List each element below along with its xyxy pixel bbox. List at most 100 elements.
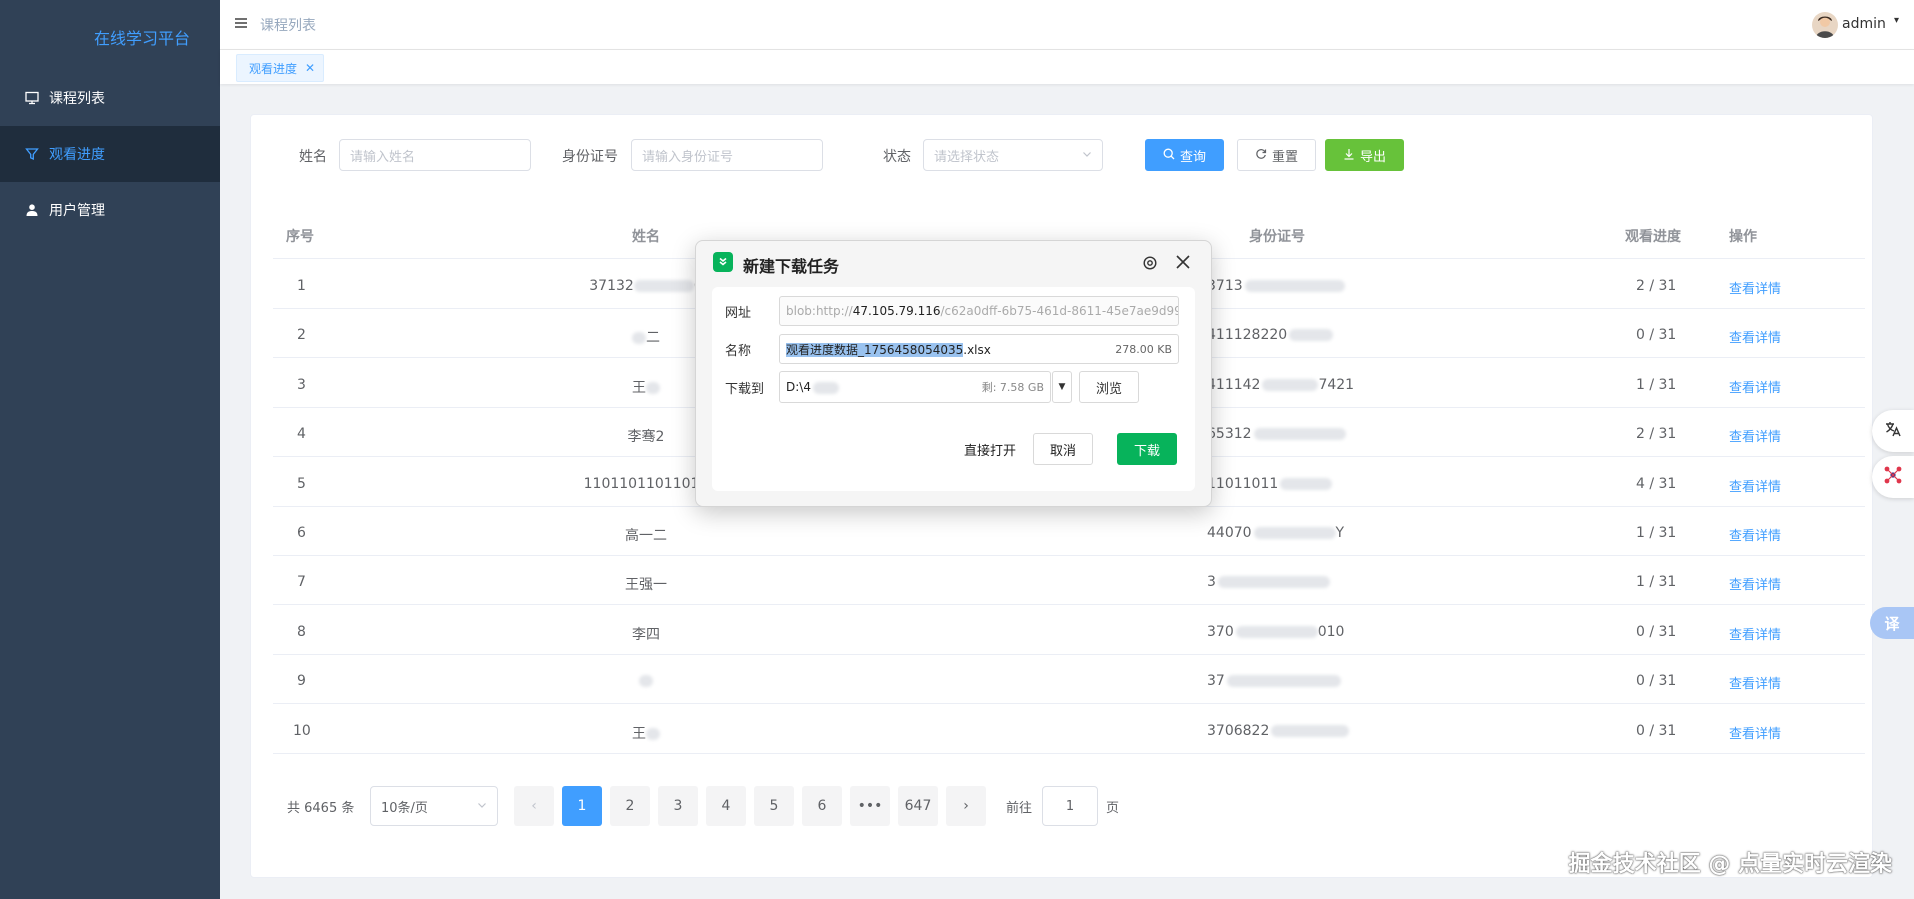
username[interactable]: admin bbox=[1842, 16, 1886, 32]
cell-progress: 1 / 31 bbox=[1636, 525, 1677, 541]
save-path-dropdown[interactable]: ▼ bbox=[1052, 371, 1072, 403]
refresh-icon bbox=[1255, 148, 1267, 163]
redacted-id bbox=[1235, 626, 1318, 638]
page-number-button[interactable]: 3 bbox=[658, 786, 698, 826]
sidebar-item-course-list[interactable]: 课程列表 bbox=[0, 70, 220, 126]
cell-id-number: 3 bbox=[1207, 574, 1330, 590]
ai-tool-button[interactable] bbox=[1872, 456, 1914, 498]
cell-index: 6 bbox=[297, 525, 306, 541]
redacted-name bbox=[633, 280, 694, 292]
page-number-button[interactable]: 4 bbox=[706, 786, 746, 826]
cell-name-text: 李四 bbox=[632, 627, 660, 643]
name-input[interactable]: 请输入姓名 bbox=[339, 139, 531, 171]
redacted-id bbox=[1280, 478, 1333, 490]
view-details-link[interactable]: 查看详情 bbox=[1729, 476, 1781, 495]
sidebar-item-watch-progress[interactable]: 观看进度 bbox=[0, 126, 220, 182]
url-field[interactable]: blob:http://47.105.79.116/c62a0dff-6b75-… bbox=[779, 296, 1179, 326]
hamburger-icon[interactable] bbox=[234, 16, 248, 34]
sidebar-item-label: 用户管理 bbox=[49, 203, 105, 219]
filename-field[interactable]: 观看进度数据_1756458054035.xlsx 278.00 KB bbox=[779, 334, 1179, 364]
cell-id-text: 3706822 bbox=[1207, 723, 1270, 739]
page-number-button[interactable]: 1 bbox=[562, 786, 602, 826]
translate-icon bbox=[1884, 420, 1902, 442]
goto-page-input[interactable]: 1 bbox=[1042, 786, 1098, 826]
page-number-button[interactable]: 2 bbox=[610, 786, 650, 826]
column-header-name: 姓名 bbox=[632, 229, 660, 245]
translate-floating-button[interactable]: 译 bbox=[1870, 607, 1914, 639]
cell-name-text: 37132 bbox=[589, 278, 634, 294]
app-logo-title: 在线学习平台 bbox=[94, 29, 191, 48]
view-details-link[interactable]: 查看详情 bbox=[1729, 723, 1781, 742]
redacted-id bbox=[1253, 428, 1346, 440]
save-path-field[interactable]: D:\4 剩: 7.58 GB bbox=[779, 371, 1051, 403]
cell-progress: 2 / 31 bbox=[1636, 426, 1677, 442]
breadcrumb: 课程列表 bbox=[260, 18, 316, 34]
cell-id-number: 44070 Y bbox=[1207, 525, 1344, 541]
close-icon[interactable]: ✕ bbox=[305, 61, 315, 75]
page-size-select[interactable]: 10条/页 bbox=[370, 786, 498, 826]
cell-id-tail: 010 bbox=[1317, 624, 1345, 640]
redacted-name bbox=[639, 675, 653, 687]
cell-index: 8 bbox=[297, 624, 306, 640]
url-host: 47.105.79.116 bbox=[852, 304, 941, 318]
reset-button-label: 重置 bbox=[1271, 149, 1298, 165]
reset-button[interactable]: 重置 bbox=[1237, 139, 1316, 171]
cell-id-number: 37 bbox=[1207, 673, 1341, 689]
tag-watch-progress[interactable]: 观看进度 ✕ bbox=[236, 54, 325, 82]
export-button[interactable]: 导出 bbox=[1325, 139, 1404, 171]
download-button[interactable]: 下载 bbox=[1117, 433, 1177, 465]
monitor-icon bbox=[25, 91, 39, 105]
sidebar-item-user-management[interactable]: 用户管理 bbox=[0, 182, 220, 238]
page-number-button[interactable]: 647 bbox=[898, 786, 938, 826]
status-label: 状态 bbox=[883, 149, 911, 165]
view-details-link[interactable]: 查看详情 bbox=[1729, 574, 1781, 593]
cell-name: 王强一 bbox=[533, 574, 759, 594]
filename-selected-text: 观看进度数据_1756458054035 bbox=[786, 342, 964, 357]
caret-down-icon: ▼ bbox=[1058, 382, 1066, 392]
tag-label: 观看进度 bbox=[249, 61, 298, 76]
status-select[interactable]: 请选择状态 bbox=[923, 139, 1103, 171]
download-app-icon bbox=[713, 252, 733, 272]
view-details-link[interactable]: 查看详情 bbox=[1729, 525, 1781, 544]
cell-id-text: 3713 bbox=[1207, 278, 1243, 294]
cell-name: 高一二 bbox=[533, 525, 759, 545]
view-details-link[interactable]: 查看详情 bbox=[1729, 673, 1781, 692]
close-icon[interactable] bbox=[1174, 253, 1192, 275]
filename-label: 名称 bbox=[725, 344, 752, 359]
view-details-link[interactable]: 查看详情 bbox=[1729, 327, 1781, 346]
filter-icon bbox=[25, 147, 39, 161]
settings-icon[interactable] bbox=[1142, 255, 1158, 275]
caret-down-icon[interactable]: ▾ bbox=[1894, 15, 1899, 26]
page-ellipsis-button[interactable]: ••• bbox=[850, 786, 890, 826]
view-details-link[interactable]: 查看详情 bbox=[1729, 278, 1781, 297]
redacted-id bbox=[1217, 576, 1330, 588]
cell-progress: 2 / 31 bbox=[1636, 278, 1677, 294]
browse-button[interactable]: 浏览 bbox=[1079, 371, 1139, 403]
redacted-name bbox=[646, 728, 660, 740]
id-number-label: 身份证号 bbox=[562, 149, 618, 165]
avatar[interactable] bbox=[1812, 12, 1838, 38]
open-direct-button[interactable]: 直接打开 bbox=[957, 433, 1023, 465]
save-to-label: 下载到 bbox=[725, 382, 765, 397]
url-prefix: blob:http:// bbox=[786, 304, 853, 318]
view-details-link[interactable]: 查看详情 bbox=[1729, 624, 1781, 643]
next-page-button[interactable]: › bbox=[946, 786, 986, 826]
id-number-input[interactable]: 请输入身份证号 bbox=[631, 139, 823, 171]
page-number-button[interactable]: 5 bbox=[754, 786, 794, 826]
translate-tool-button[interactable] bbox=[1872, 410, 1914, 452]
dialog-body: 网址 blob:http://47.105.79.116/c62a0dff-6b… bbox=[712, 287, 1195, 491]
chevron-down-icon bbox=[1082, 148, 1092, 163]
search-button[interactable]: 查询 bbox=[1145, 139, 1224, 171]
cancel-button[interactable]: 取消 bbox=[1033, 433, 1093, 465]
cell-id-number: 370 010 bbox=[1207, 624, 1344, 640]
cell-id-text: 370 bbox=[1207, 624, 1234, 640]
view-details-link[interactable]: 查看详情 bbox=[1729, 426, 1781, 445]
prev-page-button[interactable]: ‹ bbox=[514, 786, 554, 826]
page-number-button[interactable]: 6 bbox=[802, 786, 842, 826]
redacted-name bbox=[632, 332, 646, 344]
cell-id-number: 3713 bbox=[1207, 278, 1345, 294]
cell-name-text: 高一二 bbox=[625, 528, 667, 544]
view-details-link[interactable]: 查看详情 bbox=[1729, 377, 1781, 396]
dialog-title: 新建下载任务 bbox=[743, 257, 840, 276]
cell-id-text: 37 bbox=[1207, 673, 1225, 689]
